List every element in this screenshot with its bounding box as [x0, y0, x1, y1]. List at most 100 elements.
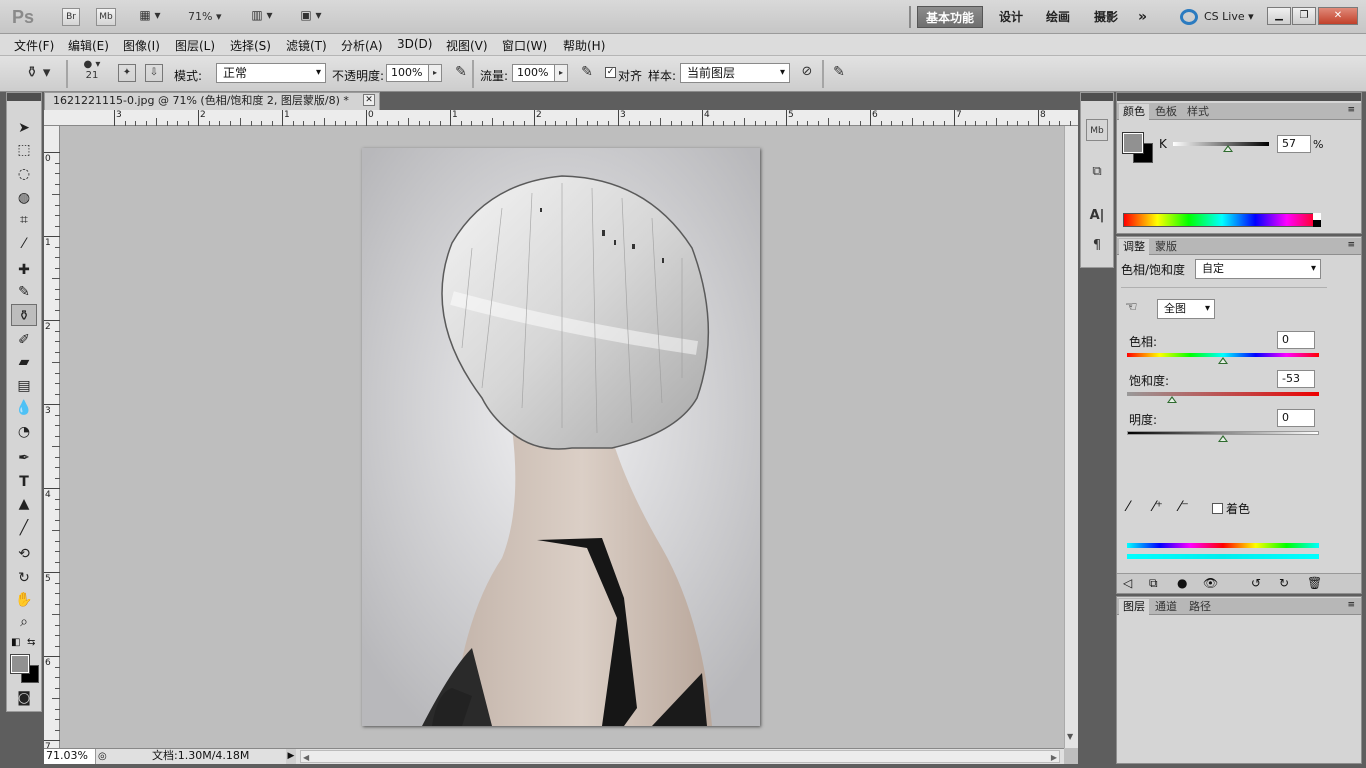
vertical-scrollbar[interactable]: ▼ [1064, 126, 1078, 748]
history-panel-icon[interactable]: ⧉ [1086, 161, 1108, 183]
workspace-design[interactable]: 设计 [991, 6, 1031, 28]
zoom-status-input[interactable]: 71.03% [44, 749, 96, 764]
pressure-size-icon[interactable]: ✎ [830, 64, 848, 80]
quick-selection-tool-icon[interactable]: ◍ [11, 187, 37, 209]
status-menu-arrow[interactable]: ▶ [286, 749, 296, 764]
brush-panel-icon[interactable]: ✦ [118, 64, 136, 82]
menu-help[interactable]: 帮助(H) [563, 37, 605, 54]
restore-button[interactable]: ❐ [1292, 7, 1316, 25]
clone-source-icon[interactable]: ⇩ [145, 64, 163, 82]
paragraph-panel-icon[interactable]: ¶ [1086, 235, 1108, 257]
crop-tool-icon[interactable]: ⌗ [11, 209, 37, 231]
expanded-view-icon[interactable]: ⧉ [1149, 576, 1158, 591]
range-select[interactable]: 全图 ▾ [1157, 299, 1215, 319]
clip-to-layer-icon[interactable]: ● [1177, 576, 1187, 590]
menu-layer[interactable]: 图层(L) [175, 37, 215, 54]
menu-image[interactable]: 图像(I) [123, 37, 160, 54]
image-canvas[interactable] [362, 148, 760, 726]
3d-rotate-tool-icon[interactable]: ⟲ [11, 543, 37, 565]
horizontal-scrollbar[interactable]: ◀ ▶ [300, 750, 1060, 763]
status-icon[interactable]: ◎ [98, 750, 107, 764]
subtract-from-sample-eyedropper-icon[interactable]: ⁄⁻ [1179, 499, 1189, 515]
eyedropper-icon[interactable]: ⁄ [1127, 499, 1129, 515]
ignore-adjustment-layers-icon[interactable]: ⊘ [798, 64, 816, 79]
mini-bridge-button[interactable]: Mb [96, 8, 116, 26]
move-tool-icon[interactable]: ➤ [11, 117, 37, 139]
tab-adjustments[interactable]: 调整 [1119, 239, 1149, 255]
color-spectrum-bar[interactable] [1123, 213, 1321, 227]
panel-menu-icon[interactable]: ≡ [1347, 240, 1355, 250]
scroll-left-icon[interactable]: ◀ [303, 751, 309, 765]
tools-panel-grip[interactable] [7, 93, 41, 101]
blur-tool-icon[interactable]: 💧 [11, 397, 37, 419]
lasso-tool-icon[interactable]: ◌ [11, 163, 37, 185]
previous-state-icon[interactable]: ↺ [1251, 576, 1261, 590]
menu-filter[interactable]: 滤镜(T) [286, 37, 327, 54]
k-value-input[interactable]: 57 [1277, 135, 1311, 153]
bridge-button[interactable]: Br [62, 8, 80, 26]
tab-channels[interactable]: 通道 [1151, 599, 1181, 615]
close-button[interactable]: ✕ [1318, 7, 1358, 25]
opacity-slider-arrow[interactable]: ▸ [428, 64, 442, 82]
strip-grip[interactable] [1081, 93, 1113, 101]
path-selection-tool-icon[interactable]: ▲ [11, 493, 37, 515]
tab-swatches[interactable]: 色板 [1151, 104, 1181, 120]
mode-select[interactable]: 正常 ▾ [216, 63, 326, 83]
menu-view[interactable]: 视图(V) [446, 37, 488, 54]
pressure-opacity-icon[interactable]: ✎ [452, 64, 470, 80]
menu-file[interactable]: 文件(F) [14, 37, 54, 54]
clone-stamp-tool-icon[interactable]: ⚱ [11, 304, 37, 326]
view-extras-icon[interactable]: ▦ ▾ [134, 8, 166, 26]
hand-tool-icon[interactable]: ✋ [11, 589, 37, 611]
reset-icon[interactable]: ↻ [1279, 576, 1289, 590]
workspace-photography[interactable]: 摄影 [1086, 6, 1126, 28]
spectrum-black-swatch[interactable] [1313, 220, 1321, 227]
menu-3d[interactable]: 3D(D) [397, 37, 432, 51]
history-brush-tool-icon[interactable]: ✐ [11, 329, 37, 351]
menu-select[interactable]: 选择(S) [230, 37, 271, 54]
mini-bridge-panel-icon[interactable]: Mb [1086, 119, 1108, 141]
panel-menu-icon[interactable]: ≡ [1347, 600, 1355, 610]
gradient-tool-icon[interactable]: ▤ [11, 375, 37, 397]
more-workspaces-button[interactable]: » [1130, 6, 1155, 28]
default-colors-icon[interactable]: ◧ [11, 637, 20, 648]
sample-select[interactable]: 当前图层 ▾ [680, 63, 790, 83]
tab-layers[interactable]: 图层 [1119, 599, 1149, 615]
horizontal-ruler[interactable]: 3 2 1 0 1 2 3 4 5 6 7 8 [44, 110, 1113, 126]
panel-menu-icon[interactable]: ≡ [1347, 105, 1355, 115]
k-slider-thumb[interactable] [1222, 145, 1233, 152]
back-icon[interactable]: ◁ [1123, 576, 1132, 590]
menu-analysis[interactable]: 分析(A) [341, 37, 383, 54]
workspace-essentials[interactable]: 基本功能 [917, 6, 984, 28]
character-panel-icon[interactable]: A| [1086, 205, 1108, 227]
screen-mode-icon[interactable]: ▣ ▾ [294, 8, 328, 22]
brush-tool-icon[interactable]: ✎ [11, 281, 37, 303]
colorize-checkbox[interactable] [1212, 503, 1223, 514]
hue-value-input[interactable]: 0 [1277, 331, 1315, 349]
saturation-slider[interactable] [1127, 392, 1319, 396]
airbrush-icon[interactable]: ✎ [578, 64, 596, 80]
menu-edit[interactable]: 编辑(E) [68, 37, 109, 54]
arrange-documents-icon[interactable]: ▥ ▾ [246, 8, 278, 22]
add-to-sample-eyedropper-icon[interactable]: ⁄⁺ [1153, 499, 1163, 515]
panel-grip[interactable] [1117, 93, 1361, 101]
clone-stamp-tool-preset-icon[interactable]: ⚱ ▾ [18, 63, 58, 81]
marquee-tool-icon[interactable]: ⬚ [11, 139, 37, 161]
tab-masks[interactable]: 蒙版 [1151, 239, 1181, 255]
eraser-tool-icon[interactable]: ▰ [11, 351, 37, 373]
minimize-button[interactable]: ▁ [1267, 7, 1291, 25]
k-slider[interactable] [1173, 142, 1269, 146]
flow-slider-arrow[interactable]: ▸ [554, 64, 568, 82]
scroll-right-icon[interactable]: ▶ [1051, 751, 1057, 765]
3d-orbit-tool-icon[interactable]: ↻ [11, 567, 37, 589]
healing-brush-tool-icon[interactable]: ✚ [11, 259, 37, 281]
preset-select[interactable]: 自定 ▾ [1195, 259, 1321, 279]
aligned-checkbox[interactable]: ✓ [605, 67, 616, 78]
tab-paths[interactable]: 路径 [1185, 599, 1215, 615]
cs-live-button[interactable]: CS Live ▾ [1204, 10, 1254, 23]
scroll-down-icon[interactable]: ▼ [1067, 732, 1073, 741]
menu-window[interactable]: 窗口(W) [502, 37, 547, 54]
line-tool-icon[interactable]: ╱ [11, 517, 37, 539]
workspace-painting[interactable]: 绘画 [1038, 6, 1078, 28]
zoom-level-dropdown[interactable]: 71% ▾ [188, 10, 221, 23]
